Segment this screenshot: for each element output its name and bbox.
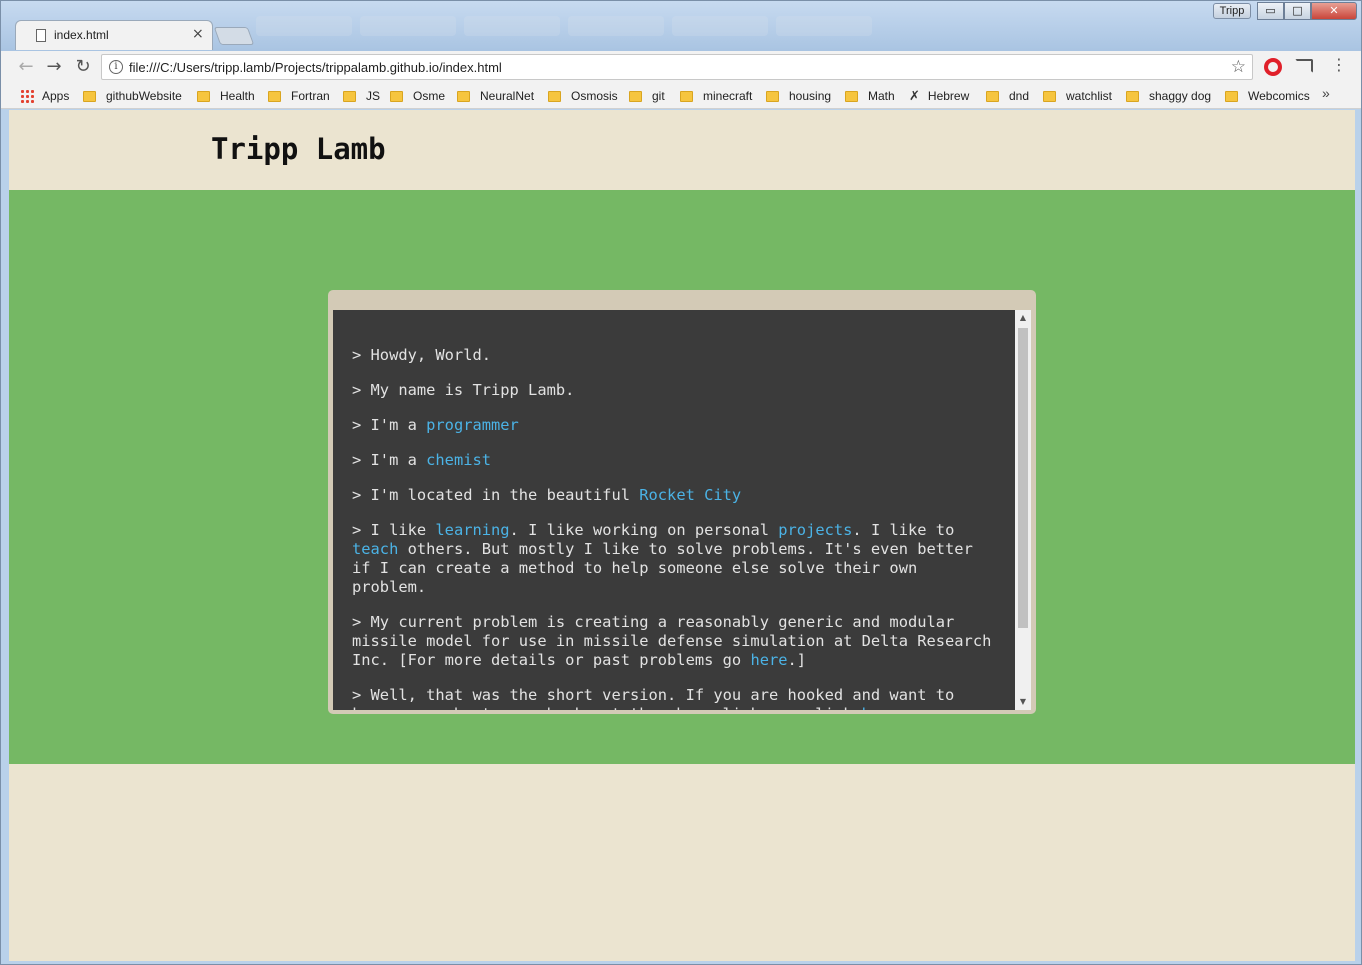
background-tab[interactable]	[672, 16, 768, 36]
terminal-line: > My current problem is creating a reaso…	[352, 613, 1001, 669]
folder-icon	[629, 90, 642, 102]
folder-icon	[1225, 90, 1238, 102]
site-title: Tripp Lamb	[211, 132, 386, 166]
bookmark-neuralnet[interactable]: NeuralNet	[457, 87, 534, 105]
folder-icon	[548, 90, 561, 102]
chemist-link[interactable]: chemist	[426, 451, 491, 469]
folder-icon	[766, 90, 779, 102]
close-window-button[interactable]: ✕	[1311, 2, 1357, 20]
maximize-button[interactable]: □	[1284, 2, 1311, 20]
background-tab[interactable]	[776, 16, 872, 36]
hero-section: > Howdy, World. > My name is Tripp Lamb.…	[9, 190, 1355, 764]
profile-badge[interactable]: Tripp	[1213, 3, 1251, 19]
folder-icon	[83, 90, 96, 102]
bookmark-shaggy-dog[interactable]: shaggy dog	[1126, 87, 1211, 105]
browser-window: Tripp ▭ □ ✕ index.html × ← → ↻ i file://…	[0, 0, 1362, 965]
folder-icon	[1126, 90, 1139, 102]
folder-icon	[986, 90, 999, 102]
programmer-link[interactable]: programmer	[426, 416, 519, 434]
background-tabs	[256, 16, 956, 38]
address-bar[interactable]: i file:///C:/Users/tripp.lamb/Projects/t…	[101, 54, 1253, 80]
projects-link[interactable]: projects	[778, 521, 852, 539]
scroll-thumb[interactable]	[1018, 328, 1028, 628]
folder-icon	[390, 90, 403, 102]
terminal-line: > Well, that was the short version. If y…	[352, 686, 997, 710]
page-content: Tripp Lamb > Howdy, World. > My name is …	[9, 110, 1355, 961]
bookmark-githubwebsite[interactable]: githubWebsite	[83, 87, 182, 105]
terminal-line: > I like learning. I like working on per…	[352, 521, 983, 596]
background-tab[interactable]	[360, 16, 456, 36]
terminal-line: > My name is Tripp Lamb.	[352, 381, 575, 399]
terminal-scrollbar[interactable]: ▲ ▼	[1015, 310, 1031, 710]
folder-icon	[268, 90, 281, 102]
folder-icon	[197, 90, 210, 102]
bookmark-webcomics[interactable]: Webcomics	[1225, 87, 1310, 105]
window-controls: ▭ □ ✕	[1257, 2, 1357, 20]
bookmark-dnd[interactable]: dnd	[986, 87, 1029, 105]
bookmark-apps[interactable]: Apps	[20, 87, 69, 105]
terminal-screen[interactable]: > Howdy, World. > My name is Tripp Lamb.…	[333, 310, 1015, 710]
folder-icon	[457, 90, 470, 102]
background-tab[interactable]	[256, 16, 352, 36]
terminal-line: > I'm a chemist	[352, 451, 492, 469]
info-icon[interactable]: i	[109, 60, 123, 74]
background-tab[interactable]	[464, 16, 560, 36]
bookmark-js[interactable]: JS	[343, 87, 380, 105]
apps-icon	[20, 89, 34, 103]
new-tab-button[interactable]	[213, 27, 255, 45]
bookmark-osme[interactable]: Osme	[390, 87, 445, 105]
bookmark-hebrew[interactable]: ✗ Hebrew	[909, 87, 969, 105]
learning-link[interactable]: learning	[435, 521, 509, 539]
teach-link[interactable]: teach	[352, 540, 398, 558]
scroll-down-arrow-icon[interactable]: ▼	[1015, 694, 1031, 710]
opera-extension-icon[interactable]	[1264, 58, 1282, 76]
page-icon	[36, 29, 46, 42]
terminal-window: > Howdy, World. > My name is Tripp Lamb.…	[328, 290, 1036, 714]
minimize-button[interactable]: ▭	[1257, 2, 1284, 20]
background-tab[interactable]	[568, 16, 664, 36]
bookmark-star-icon[interactable]: ☆	[1231, 57, 1246, 77]
folder-icon	[343, 90, 356, 102]
terminal-line: > I'm a programmer	[352, 416, 519, 434]
hebrew-site-icon: ✗	[909, 88, 920, 103]
scroll-up-arrow-icon[interactable]: ▲	[1015, 310, 1031, 326]
reload-button[interactable]: ↻	[72, 56, 94, 78]
rocket-city-link[interactable]: Rocket City	[639, 486, 741, 504]
cast-icon[interactable]	[1295, 59, 1313, 73]
bookmark-math[interactable]: Math	[845, 87, 895, 105]
folder-icon	[1043, 90, 1056, 102]
bookmark-health[interactable]: Health	[197, 87, 255, 105]
about-here-link[interactable]: here	[862, 705, 899, 710]
terminal-line: > I'm located in the beautiful Rocket Ci…	[352, 486, 742, 504]
browser-toolbar: ← → ↻ i file:///C:/Users/tripp.lamb/Proj…	[1, 51, 1361, 83]
more-bookmarks-icon[interactable]: »	[1322, 85, 1330, 101]
menu-icon[interactable]: ⋮	[1331, 55, 1347, 74]
bookmark-git[interactable]: git	[629, 87, 665, 105]
bookmarks-bar: Apps githubWebsite Health Fortran JS Osm…	[1, 83, 1361, 109]
folder-icon	[845, 90, 858, 102]
bookmark-fortran[interactable]: Fortran	[268, 87, 330, 105]
problems-here-link[interactable]: here	[750, 651, 787, 669]
title-bar: Tripp ▭ □ ✕ index.html ×	[1, 1, 1361, 51]
tab-index-html[interactable]: index.html ×	[15, 20, 213, 50]
back-button[interactable]: ←	[15, 56, 37, 78]
url-text[interactable]: file:///C:/Users/tripp.lamb/Projects/tri…	[129, 60, 502, 75]
folder-icon	[680, 90, 693, 102]
close-tab-icon[interactable]: ×	[192, 26, 204, 42]
tab-title: index.html	[54, 28, 109, 42]
bookmark-osmosis[interactable]: Osmosis	[548, 87, 618, 105]
bookmark-watchlist[interactable]: watchlist	[1043, 87, 1112, 105]
bookmark-housing[interactable]: housing	[766, 87, 831, 105]
terminal-line: > Howdy, World.	[352, 346, 491, 364]
forward-button[interactable]: →	[43, 56, 65, 78]
bookmark-minecraft[interactable]: minecraft	[680, 87, 752, 105]
